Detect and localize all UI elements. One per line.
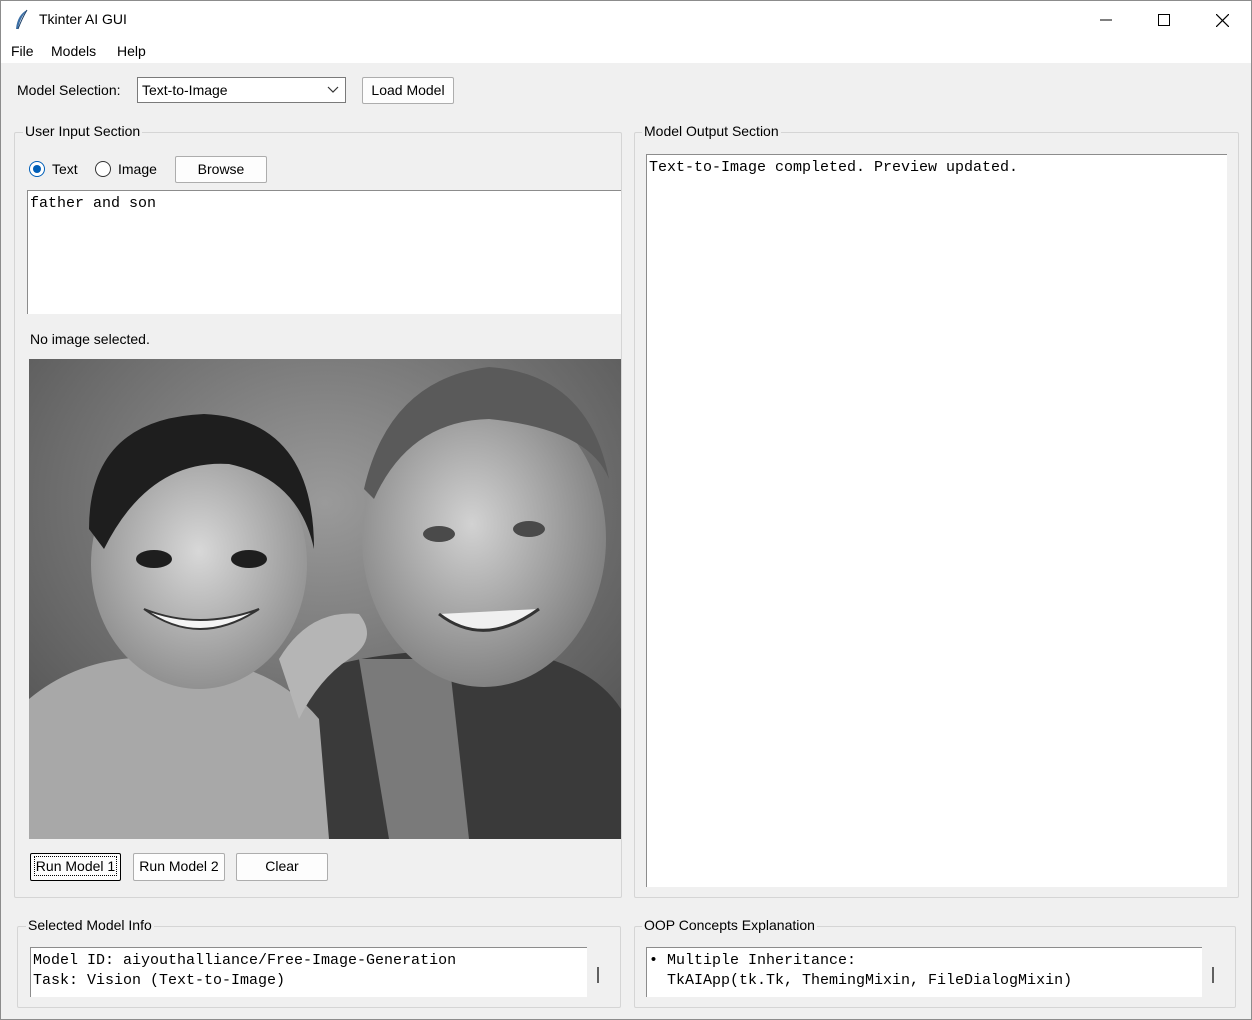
model-output-section-title: Model Output Section	[642, 123, 781, 139]
maximize-button[interactable]	[1135, 1, 1193, 39]
oop-concepts-title: OOP Concepts Explanation	[642, 917, 817, 933]
menu-help[interactable]: Help	[117, 43, 146, 59]
output-textarea[interactable]: Text-to-Image completed. Preview updated…	[646, 154, 1227, 887]
close-icon	[1215, 13, 1229, 27]
feather-icon	[16, 9, 28, 30]
model-info-line-2: Task: Vision (Text-to-Image)	[33, 972, 286, 989]
chevron-down-icon	[327, 86, 339, 93]
model-selection-dropdown[interactable]: Text-to-Image	[137, 77, 346, 103]
oop-line-1: • Multiple Inheritance:	[649, 952, 857, 969]
model-info-scrollbar[interactable]	[597, 967, 599, 983]
selected-model-info-title: Selected Model Info	[26, 917, 154, 933]
model-info-line-1: Model ID: aiyouthalliance/Free-Image-Gen…	[33, 952, 457, 969]
app-window: Tkinter AI GUI File Models Help Model Se…	[0, 0, 1252, 1020]
oop-concepts-text: • Multiple Inheritance: TkAIApp(tk.Tk, T…	[646, 947, 1202, 997]
minimize-icon	[1100, 19, 1112, 21]
prompt-textarea[interactable]: father and son	[27, 190, 621, 314]
oop-line-2: TkAIApp(tk.Tk, ThemingMixin, FileDialogM…	[649, 972, 1073, 989]
generated-image-preview	[29, 359, 621, 839]
run-model-1-label: Run Model 1	[33, 856, 118, 876]
oop-concepts-scrollbar[interactable]	[1212, 967, 1214, 983]
radio-text[interactable]	[29, 161, 45, 177]
load-model-button[interactable]: Load Model	[362, 77, 454, 104]
user-input-section-title: User Input Section	[23, 123, 143, 139]
radio-image-label: Image	[118, 161, 157, 177]
minimize-button[interactable]	[1077, 1, 1135, 39]
radio-text-label: Text	[52, 161, 78, 177]
model-info-text: Model ID: aiyouthalliance/Free-Image-Gen…	[30, 947, 587, 997]
radio-image[interactable]	[95, 161, 111, 177]
browse-button[interactable]: Browse	[175, 156, 267, 183]
preview-photo	[29, 359, 621, 839]
clear-button[interactable]: Clear	[236, 853, 328, 881]
model-selection-value: Text-to-Image	[142, 82, 228, 98]
menu-bar: File Models Help	[1, 39, 1251, 63]
image-status-label: No image selected.	[30, 331, 150, 347]
maximize-icon	[1158, 14, 1170, 26]
close-button[interactable]	[1193, 1, 1251, 39]
menu-models[interactable]: Models	[51, 43, 96, 59]
run-model-1-button[interactable]: Run Model 1	[30, 853, 121, 881]
menu-file[interactable]: File	[11, 43, 34, 59]
window-title: Tkinter AI GUI	[39, 11, 127, 27]
title-bar: Tkinter AI GUI	[1, 1, 1251, 39]
model-selection-label: Model Selection:	[17, 82, 121, 98]
run-model-2-button[interactable]: Run Model 2	[133, 853, 225, 881]
